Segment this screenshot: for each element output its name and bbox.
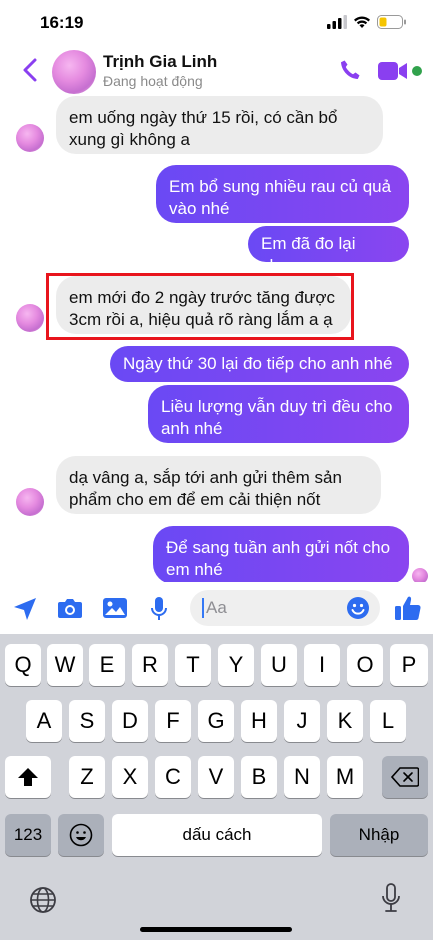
message-line: dạ vâng a, sắp tới anh gửi thêm sản (69, 468, 342, 487)
key-v[interactable]: V (198, 756, 234, 798)
dictation-microphone-icon[interactable] (381, 883, 401, 913)
message-composer: Aa (0, 584, 433, 634)
text-caret (202, 598, 204, 618)
key-m[interactable]: M (327, 756, 363, 798)
message-input[interactable]: Aa (190, 590, 380, 626)
numbers-key[interactable]: 123 (5, 814, 51, 856)
key-b[interactable]: B (241, 756, 277, 798)
key-q[interactable]: Q (5, 644, 41, 686)
outgoing-message[interactable]: Em đã đo lại chưa (248, 226, 409, 275)
backspace-icon (391, 767, 419, 787)
key-d[interactable]: D (112, 700, 148, 742)
key-u[interactable]: U (261, 644, 297, 686)
outgoing-message[interactable]: Để sang tuần anh gửi nốt cho em nhé (153, 526, 409, 582)
status-icons (327, 15, 407, 29)
message-line: em nhé (166, 560, 223, 579)
incoming-message[interactable]: dạ vâng a, sắp tới anh gửi thêm sản phẩm… (56, 456, 381, 514)
key-o[interactable]: O (347, 644, 383, 686)
key-t[interactable]: T (175, 644, 211, 686)
camera-icon[interactable] (57, 596, 83, 620)
message-line: em uống ngày thứ 15 rồi, có cần bổ (69, 108, 338, 127)
emoji-key[interactable] (58, 814, 104, 856)
globe-icon[interactable] (29, 886, 57, 914)
message-line: Để sang tuần anh gửi nốt cho (166, 538, 391, 557)
contact-status: Đang hoạt động (103, 73, 203, 89)
key-l[interactable]: L (370, 700, 406, 742)
message-placeholder: Aa (206, 598, 227, 617)
emoji-face-icon (69, 823, 93, 847)
sender-avatar[interactable] (16, 304, 44, 332)
key-c[interactable]: C (155, 756, 191, 798)
return-key[interactable]: Nhập (330, 814, 428, 856)
message-list[interactable]: em uống ngày thứ 15 rồi, có cần bổ xung … (0, 96, 433, 582)
delete-key[interactable] (382, 756, 428, 798)
thumbs-up-icon[interactable] (394, 594, 422, 622)
message-line: vào nhé (169, 199, 230, 218)
message-line: xung gì không a (69, 130, 190, 149)
back-arrow-icon[interactable] (18, 56, 42, 84)
emoji-icon[interactable] (346, 596, 370, 620)
key-z[interactable]: Z (69, 756, 105, 798)
shift-key[interactable] (5, 756, 51, 798)
key-w[interactable]: W (47, 644, 83, 686)
key-r[interactable]: R (132, 644, 168, 686)
key-i[interactable]: I (304, 644, 340, 686)
contact-name[interactable]: Trịnh Gia Linh (103, 52, 217, 72)
contact-avatar[interactable] (52, 50, 96, 94)
keyboard: Q W E R T Y U I O P A S D F G H J K L Z … (0, 634, 433, 940)
outgoing-message[interactable]: Ngày thứ 30 lại đo tiếp cho anh nhé (110, 346, 409, 382)
home-indicator (140, 927, 292, 932)
key-j[interactable]: J (284, 700, 320, 742)
shift-arrow-icon (18, 768, 38, 786)
outgoing-message[interactable]: Liều lượng vẫn duy trì đều cho anh nhé (148, 385, 409, 443)
key-n[interactable]: N (284, 756, 320, 798)
online-indicator (412, 66, 422, 76)
space-key[interactable]: dấu cách (112, 814, 322, 856)
message-line: Liều lượng vẫn duy trì đều cho (161, 397, 393, 416)
message-line: Em bổ sung nhiều rau củ quả (169, 177, 392, 196)
key-y[interactable]: Y (218, 644, 254, 686)
message-line: phẩm cho em để em cải thiện nốt (69, 490, 321, 509)
key-f[interactable]: F (155, 700, 191, 742)
message-line: Em đã đo lại chưa (261, 234, 356, 275)
microphone-icon[interactable] (150, 596, 168, 622)
key-h[interactable]: H (241, 700, 277, 742)
key-x[interactable]: X (112, 756, 148, 798)
incoming-message[interactable]: em uống ngày thứ 15 rồi, có cần bổ xung … (56, 96, 383, 154)
key-a[interactable]: A (26, 700, 62, 742)
sender-avatar[interactable] (16, 124, 44, 152)
key-s[interactable]: S (69, 700, 105, 742)
video-call-icon[interactable] (378, 61, 408, 81)
battery-icon (377, 15, 406, 29)
highlight-box (46, 273, 354, 340)
wifi-icon (354, 16, 370, 28)
outgoing-message[interactable]: Em bổ sung nhiều rau củ quả vào nhé (156, 165, 409, 223)
key-p[interactable]: P (390, 644, 428, 686)
message-line: Ngày thứ 30 lại đo tiếp cho anh nhé (123, 354, 393, 373)
key-g[interactable]: G (198, 700, 234, 742)
key-e[interactable]: E (89, 644, 125, 686)
seen-avatar (412, 568, 428, 582)
signal-icon (327, 15, 347, 29)
image-icon[interactable] (102, 596, 128, 620)
key-k[interactable]: K (327, 700, 363, 742)
status-time: 16:19 (40, 13, 84, 32)
phone-icon[interactable] (338, 58, 362, 82)
status-bar: 16:19 (0, 0, 433, 46)
sender-avatar[interactable] (16, 488, 44, 516)
chat-header: Trịnh Gia Linh Đang hoạt động (0, 46, 433, 96)
location-arrow-icon[interactable] (12, 596, 38, 622)
message-line: anh nhé (161, 419, 223, 438)
